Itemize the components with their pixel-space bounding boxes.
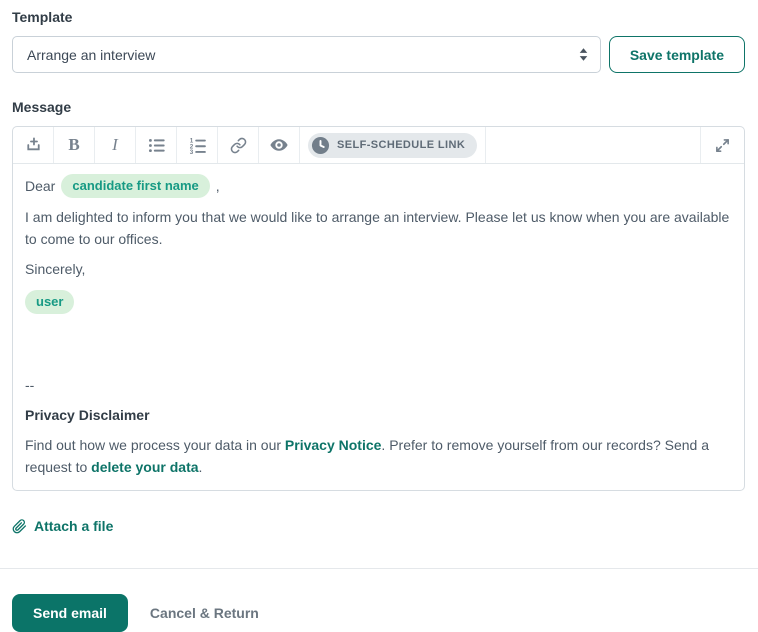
greeting-suffix: , bbox=[215, 178, 220, 194]
template-select-value: Arrange an interview bbox=[27, 46, 156, 63]
greeting-prefix: Dear bbox=[25, 178, 56, 194]
privacy-text: Find out how we process your data in our bbox=[25, 437, 285, 453]
privacy-paragraph: Find out how we process your data in our… bbox=[25, 434, 732, 478]
editor-toolbar: B I 1 2 3 SELF-SCHEDULE LINK bbox=[13, 127, 744, 164]
paperclip-icon bbox=[12, 518, 27, 533]
attach-file-button[interactable]: Attach a file bbox=[12, 518, 113, 534]
link-button[interactable] bbox=[218, 127, 259, 163]
preview-button[interactable] bbox=[259, 127, 300, 163]
message-paragraph: I am delighted to inform you that we wou… bbox=[25, 209, 730, 247]
message-label: Message bbox=[12, 99, 72, 115]
clock-icon bbox=[311, 136, 330, 154]
numbered-list-button[interactable]: 1 2 3 bbox=[177, 127, 218, 163]
signature-separator: -- bbox=[25, 377, 35, 393]
self-schedule-label: SELF-SCHEDULE LINK bbox=[337, 139, 466, 151]
privacy-disclaimer-heading: Privacy Disclaimer bbox=[25, 407, 150, 423]
expand-icon bbox=[716, 138, 729, 152]
candidate-first-name-tag[interactable]: candidate first name bbox=[61, 174, 210, 198]
insert-merge-tag-button[interactable] bbox=[13, 127, 54, 163]
send-email-form: Template Arrange an interview Save templ… bbox=[0, 9, 758, 632]
privacy-text: . bbox=[198, 459, 203, 475]
self-schedule-pill: SELF-SCHEDULE LINK bbox=[308, 132, 478, 158]
footer-actions: Send email Cancel & Return bbox=[12, 593, 745, 632]
message-editor: B I 1 2 3 SELF-SCHEDULE LINK Dear candid… bbox=[12, 126, 745, 491]
template-row: Arrange an interview Save template bbox=[12, 36, 745, 73]
closing-line: Sincerely, bbox=[25, 261, 86, 277]
user-tag[interactable]: user bbox=[25, 290, 75, 314]
privacy-notice-link[interactable]: Privacy Notice bbox=[285, 437, 382, 453]
numbered-list-icon: 1 2 3 bbox=[189, 137, 206, 155]
italic-button[interactable]: I bbox=[95, 127, 136, 163]
insert-merge-tag-icon bbox=[26, 136, 40, 150]
template-label: Template bbox=[12, 9, 73, 25]
preview-eye-icon bbox=[270, 139, 288, 151]
bulleted-list-icon bbox=[148, 138, 165, 152]
message-body[interactable]: Dear candidate first name , I am delight… bbox=[13, 164, 744, 490]
attach-file-label: Attach a file bbox=[34, 518, 114, 534]
send-email-button[interactable]: Send email bbox=[12, 593, 128, 632]
greeting-line: Dear candidate first name , bbox=[25, 174, 732, 198]
bold-button[interactable]: B bbox=[54, 127, 95, 163]
delete-your-data-link[interactable]: delete your data bbox=[91, 459, 198, 475]
bulleted-list-button[interactable] bbox=[136, 127, 177, 163]
signature-line: user bbox=[25, 288, 732, 366]
select-arrows-icon bbox=[579, 48, 588, 61]
expand-editor-button[interactable] bbox=[701, 127, 744, 163]
save-template-button[interactable]: Save template bbox=[608, 36, 745, 73]
italic-icon: I bbox=[112, 135, 118, 154]
footer-divider bbox=[0, 567, 758, 569]
template-select[interactable]: Arrange an interview bbox=[12, 36, 601, 73]
svg-text:3: 3 bbox=[189, 149, 193, 155]
cancel-return-button[interactable]: Cancel & Return bbox=[142, 605, 267, 621]
bold-icon: B bbox=[68, 135, 80, 154]
toolbar-spacer bbox=[486, 127, 701, 163]
self-schedule-link-button[interactable]: SELF-SCHEDULE LINK bbox=[300, 127, 487, 163]
link-icon bbox=[230, 137, 246, 153]
